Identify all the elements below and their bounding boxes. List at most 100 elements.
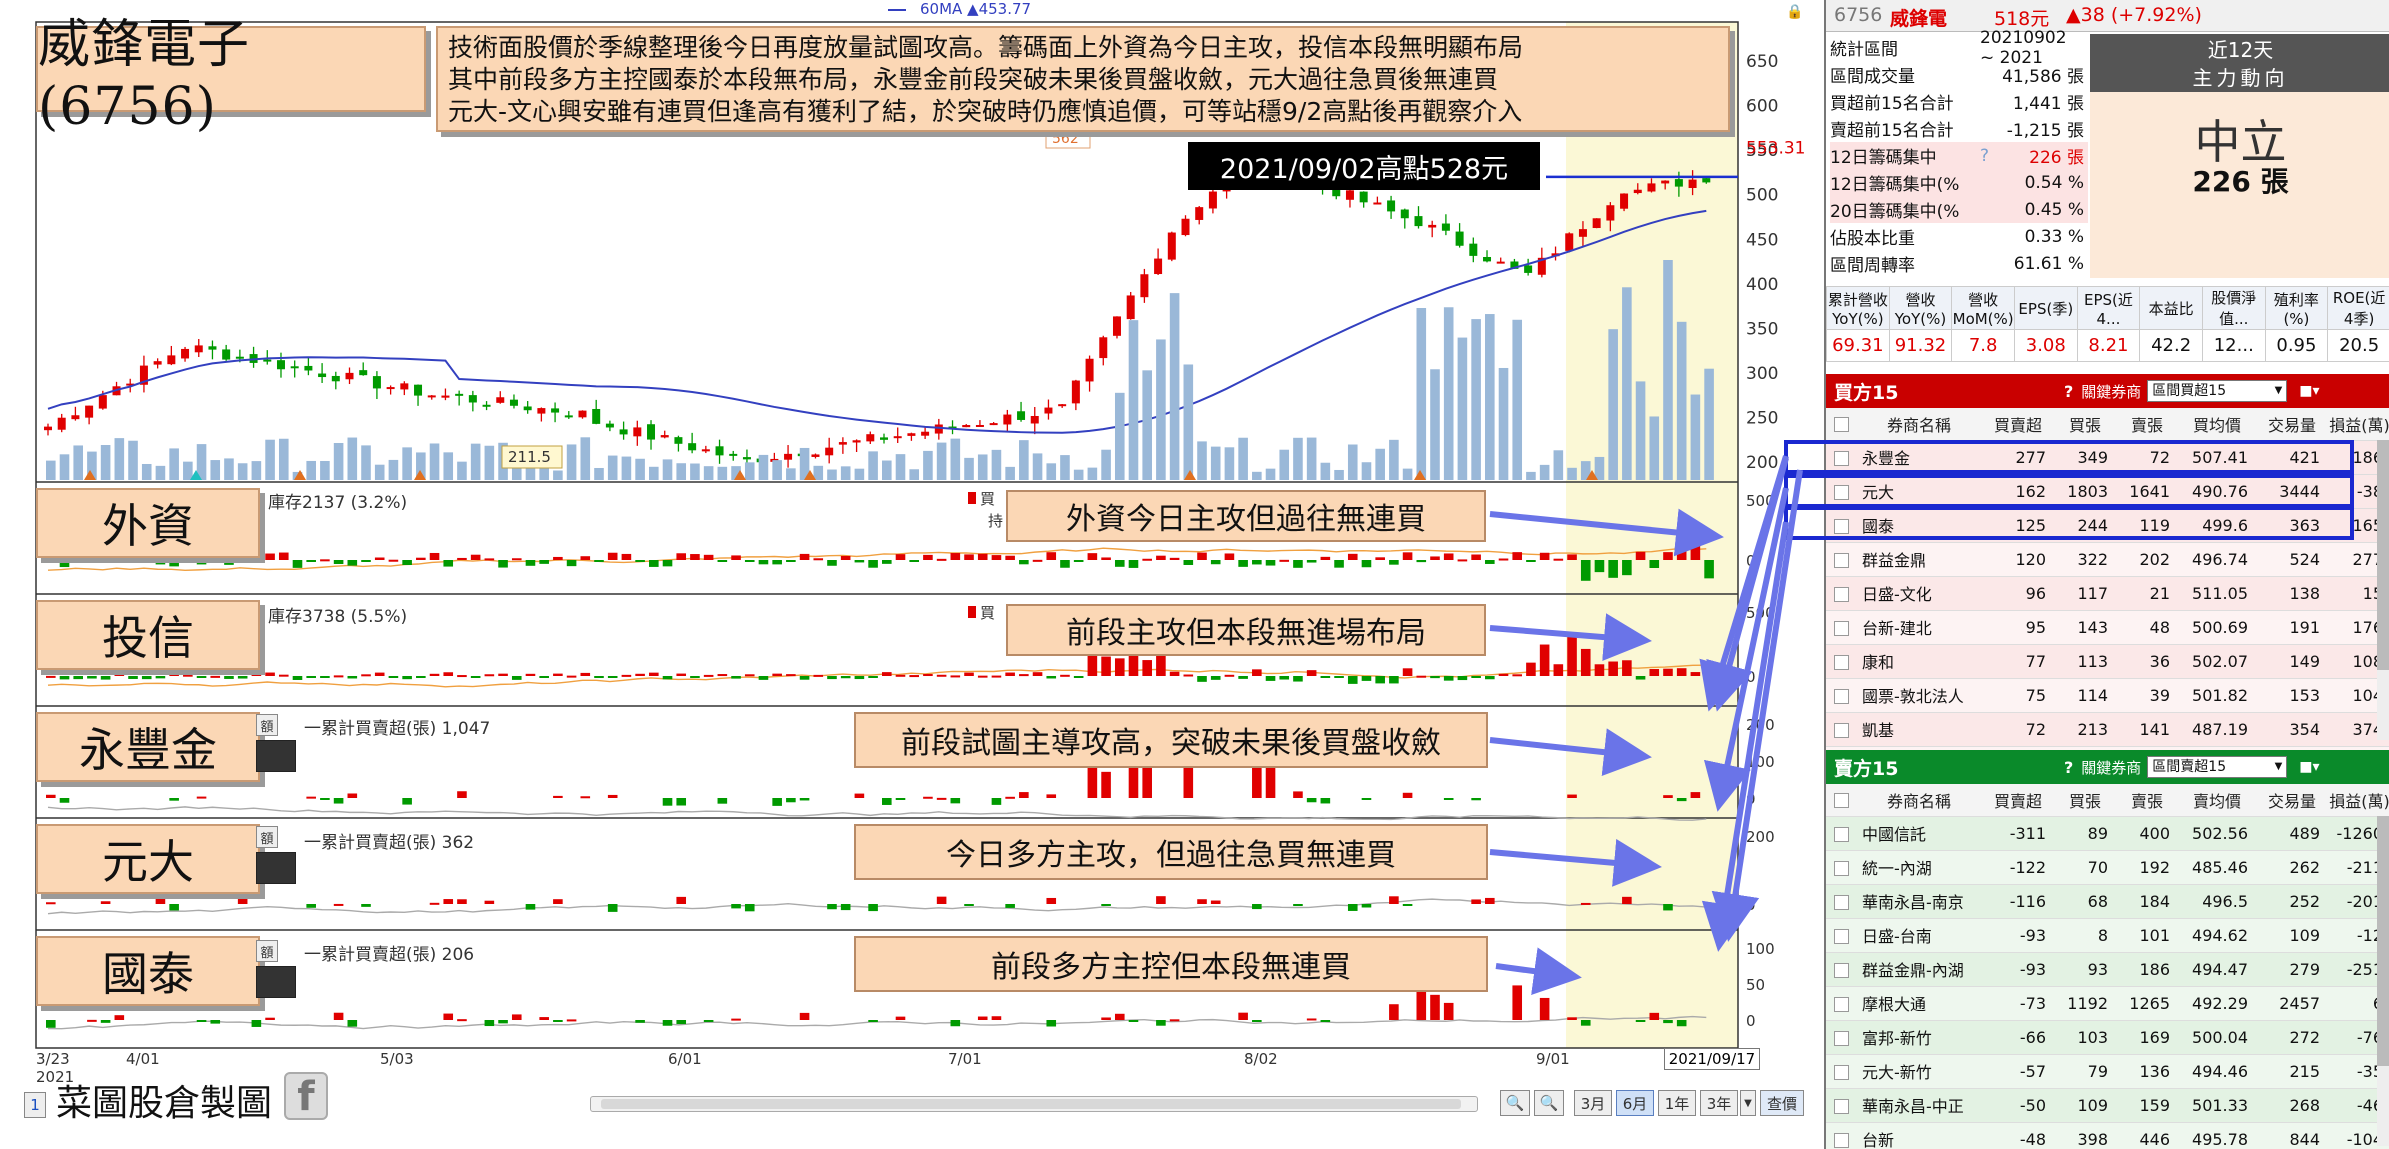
column-header[interactable]: 交易量 <box>2256 408 2328 441</box>
query-price-button[interactable]: 查價 <box>1760 1090 1804 1116</box>
cathay-toggle-button[interactable] <box>256 966 296 998</box>
column-header[interactable]: 損益(萬) <box>2328 408 2389 441</box>
table-row[interactable]: 凱基 72 213 141 487.19 354 374 <box>1826 712 2389 747</box>
table-row[interactable]: 康和 77 113 36 502.07 149 108 <box>1826 644 2389 679</box>
range-1y-button[interactable]: 1年 <box>1658 1090 1696 1116</box>
table-row[interactable]: 富邦-新竹 -66 103 169 500.04 272 -76 <box>1826 1020 2389 1055</box>
page-number-button[interactable]: 1 <box>24 1092 46 1118</box>
column-header[interactable]: 買張 <box>2054 784 2116 817</box>
sinopac-amount-button[interactable]: 額 <box>256 714 278 736</box>
fin-header-cell[interactable]: ROE(近4季) <box>2327 286 2389 330</box>
zoom-out-icon[interactable]: 🔍 <box>1500 1090 1530 1116</box>
color-icon[interactable]: ■▾ <box>2299 759 2319 775</box>
row-checkbox[interactable] <box>1826 986 1856 1021</box>
fin-header-cell[interactable]: 本益比 <box>2139 286 2203 330</box>
column-header[interactable]: 券商名稱 <box>1856 408 1982 441</box>
table-row[interactable]: 華南永昌-南京 -116 68 184 496.5 252 -201 <box>1826 884 2389 919</box>
color-icon[interactable]: ■▾ <box>2299 383 2319 399</box>
facebook-icon[interactable]: f <box>284 1072 328 1120</box>
table-row[interactable]: 華南永昌-中正 -50 109 159 501.33 268 -46 <box>1826 1088 2389 1123</box>
row-checkbox[interactable] <box>1826 474 1856 509</box>
sell-scrollbar[interactable] <box>2377 816 2389 1146</box>
table-row[interactable]: 中國信託 -311 89 400 502.56 489 -1260 <box>1826 816 2389 851</box>
row-checkbox[interactable] <box>1826 952 1856 987</box>
fin-header-cell[interactable]: 股價淨值... <box>2201 286 2266 330</box>
fin-header-cell[interactable]: EPS(近4... <box>2076 286 2141 330</box>
row-checkbox[interactable] <box>1826 1088 1856 1123</box>
column-header[interactable]: 買賣超 <box>1982 784 2054 817</box>
column-header[interactable]: 買均價 <box>2178 408 2256 441</box>
row-checkbox[interactable] <box>1826 816 1856 851</box>
sell-range-select[interactable]: 區間賣超15 ▼ <box>2147 756 2288 778</box>
range-dropdown-icon[interactable]: ▼ <box>1740 1090 1756 1116</box>
flow-bar <box>662 798 673 806</box>
select-all-checkbox[interactable] <box>1826 408 1856 441</box>
table-row[interactable]: 國票-敦北法人 75 114 39 501.82 153 104 <box>1826 678 2389 713</box>
table-row[interactable]: 群益金鼎 120 322 202 496.74 524 277 <box>1826 542 2389 577</box>
fin-header-cell[interactable]: 累計營收YoY(%) <box>1826 286 1890 330</box>
flow-bar <box>1101 904 1111 906</box>
row-checkbox[interactable] <box>1826 918 1856 953</box>
fin-header-cell[interactable]: 營收YoY(%) <box>1888 286 1953 330</box>
row-checkbox[interactable] <box>1826 850 1856 885</box>
select-all-checkbox[interactable] <box>1826 784 1856 817</box>
horizontal-scrollbar[interactable] <box>590 1096 1478 1112</box>
row-checkbox[interactable] <box>1826 1020 1856 1055</box>
scrollbar-thumb[interactable] <box>2377 816 2389 1066</box>
row-checkbox[interactable] <box>1826 508 1856 543</box>
column-header[interactable]: 買張 <box>2054 408 2116 441</box>
sinopac-toggle-button[interactable] <box>256 740 296 772</box>
yuanta-amount-button[interactable]: 額 <box>256 826 278 848</box>
table-row[interactable]: 台新-建北 95 143 48 500.69 191 176 <box>1826 610 2389 645</box>
yuanta-toggle-button[interactable] <box>256 852 296 884</box>
table-row[interactable]: 摩根大通-7311921265492.2924576 <box>1826 986 2389 1021</box>
table-row[interactable]: 統一-內湖 -122 70 192 485.46 262 -211 <box>1826 850 2389 885</box>
range-3y-button[interactable]: 3年 <box>1700 1090 1738 1116</box>
buy-scrollbar[interactable] <box>2377 440 2389 740</box>
row-checkbox[interactable] <box>1826 610 1856 645</box>
row-checkbox[interactable] <box>1826 542 1856 577</box>
table-row[interactable]: 日盛-台南 -93 8 101 494.62 109 -12 <box>1826 918 2389 953</box>
scrollbar-thumb[interactable] <box>2377 440 2389 670</box>
range-6m-button[interactable]: 6月 <box>1616 1090 1654 1116</box>
lock-icon[interactable]: 🔒 <box>1786 4 1803 20</box>
row-checkbox[interactable] <box>1826 712 1856 747</box>
table-row[interactable]: 永豐金 277 349 72 507.41 421 186 <box>1826 440 2389 475</box>
help-icon[interactable]: ? <box>1980 146 1989 166</box>
help-icon[interactable]: ? <box>2064 758 2073 777</box>
row-checkbox[interactable] <box>1826 1122 1856 1149</box>
flow-bar <box>1169 557 1180 560</box>
row-checkbox[interactable] <box>1826 644 1856 679</box>
row-checkbox[interactable] <box>1826 884 1856 919</box>
row-checkbox[interactable] <box>1826 678 1856 713</box>
flow-bar <box>635 560 645 562</box>
column-header[interactable]: 損益(萬) <box>2328 784 2389 817</box>
cathay-amount-button[interactable]: 額 <box>256 940 278 962</box>
row-checkbox[interactable] <box>1826 440 1856 475</box>
stock-name[interactable]: 威鋒電 <box>1890 4 1947 31</box>
fin-header-cell[interactable]: EPS(季) <box>2013 286 2078 330</box>
row-checkbox[interactable] <box>1826 576 1856 611</box>
help-icon[interactable]: ? <box>2064 382 2073 401</box>
scrollbar-thumb[interactable] <box>601 1099 1461 1109</box>
fin-header-cell[interactable]: 殖利率(%) <box>2264 286 2329 330</box>
table-row[interactable]: 群益金鼎-內湖 -93 93 186 494.47 279 -251 <box>1826 952 2389 987</box>
column-header[interactable]: 交易量 <box>2256 784 2328 817</box>
column-header[interactable]: 賣均價 <box>2178 784 2256 817</box>
table-row[interactable]: 元大 162 1803 1641 490.76 3444 -38 <box>1826 474 2389 509</box>
table-row[interactable]: 台新 -48 398 446 495.78 844 -104 <box>1826 1122 2389 1149</box>
table-row[interactable]: 日盛-文化 96 117 21 511.05 138 15 <box>1826 576 2389 611</box>
row-checkbox[interactable] <box>1826 1054 1856 1089</box>
column-header[interactable]: 券商名稱 <box>1856 784 1982 817</box>
table-row[interactable]: 元大-新竹 -57 79 136 494.46 215 -35 <box>1826 1054 2389 1089</box>
flow-bar <box>1142 558 1152 561</box>
range-3m-button[interactable]: 3月 <box>1574 1090 1612 1116</box>
buy-range-select[interactable]: 區間買超15 ▼ <box>2147 380 2288 402</box>
column-header[interactable]: 賣張 <box>2116 784 2178 817</box>
table-row[interactable]: 國泰 125 244 119 499.6 363 165 <box>1826 508 2389 543</box>
zoom-in-icon[interactable]: 🔍 <box>1534 1090 1564 1116</box>
panel-tick: 0 <box>1746 1012 1756 1030</box>
column-header[interactable]: 賣張 <box>2116 408 2178 441</box>
fin-header-cell[interactable]: 營收MoM(%) <box>1951 286 2015 330</box>
column-header[interactable]: 買賣超 <box>1982 408 2054 441</box>
